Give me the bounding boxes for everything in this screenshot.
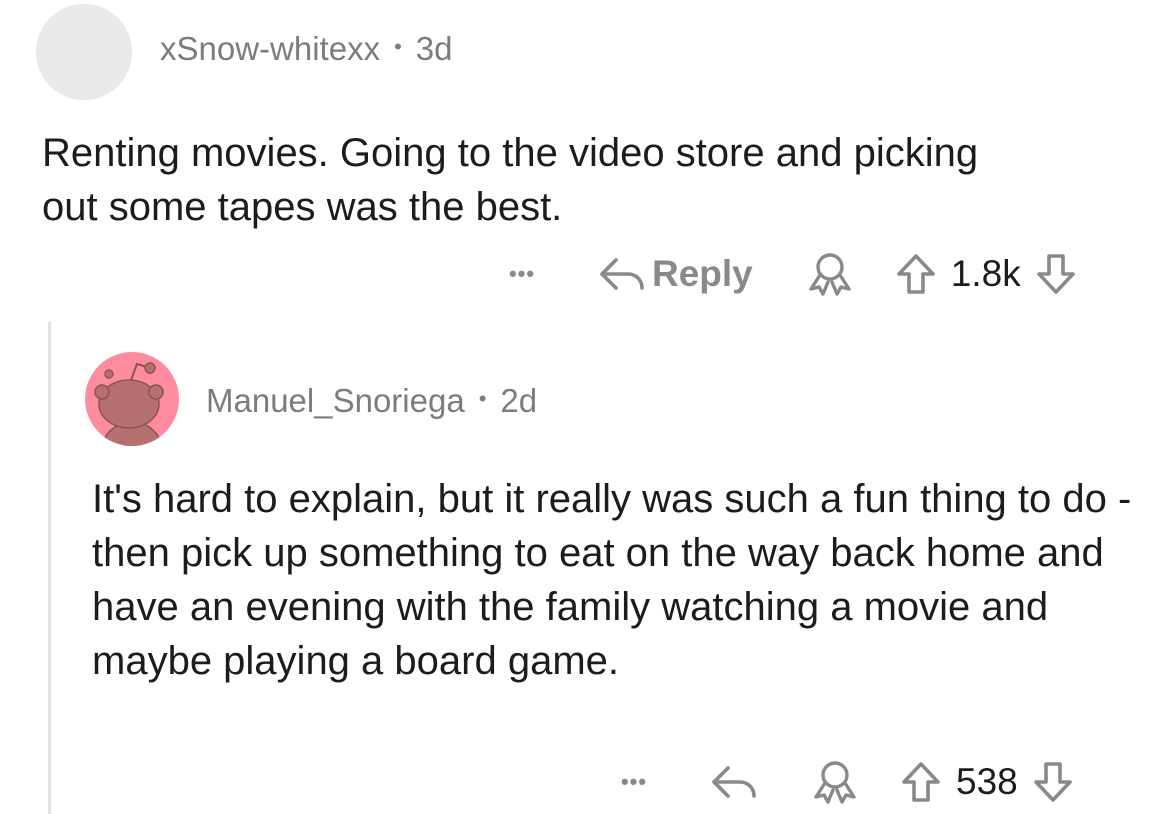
reply-author-avatar[interactable] (85, 352, 179, 446)
parent-comment-score: 1.8k (950, 253, 1021, 294)
parent-comment-age: 3d (415, 30, 453, 67)
author-avatar-placeholder[interactable] (36, 4, 132, 100)
award-icon[interactable] (805, 251, 855, 297)
parent-comment-actions: ••• Reply 1.8k (500, 248, 1077, 300)
parent-comment-meta: xSnow-whitexx • 3d (160, 30, 453, 68)
reply-comment-age: 2d (500, 382, 538, 419)
reply-arrow-icon[interactable] (596, 254, 646, 294)
parent-comment-body: Renting movies. Going to the video store… (42, 131, 979, 229)
reply-comment-body: It's hard to explain, but it really was … (92, 477, 1132, 683)
upvote-arrow-icon[interactable] (895, 252, 937, 296)
reply-comment-score: 538 (956, 761, 1018, 802)
parent-comment-author[interactable]: xSnow-whitexx (160, 30, 380, 68)
award-icon[interactable] (810, 759, 860, 805)
reply-comment-author[interactable]: Manuel_Snoriega (206, 382, 465, 420)
downvote-arrow-icon[interactable] (1032, 760, 1074, 804)
reply-comment-meta: Manuel_Snoriega • 2d (206, 382, 537, 420)
more-options-icon[interactable]: ••• (500, 261, 544, 287)
reply-comment-actions: ••• 538 (612, 756, 1074, 808)
upvote-arrow-icon[interactable] (900, 760, 942, 804)
thread-line[interactable] (48, 322, 51, 814)
meta-separator: • (394, 34, 402, 59)
downvote-arrow-icon[interactable] (1035, 252, 1077, 296)
more-options-icon[interactable]: ••• (612, 769, 656, 795)
reply-button[interactable]: Reply (652, 253, 753, 295)
meta-separator: • (478, 386, 487, 411)
snoo-avatar-icon (94, 362, 164, 446)
reply-arrow-icon[interactable] (708, 762, 758, 802)
